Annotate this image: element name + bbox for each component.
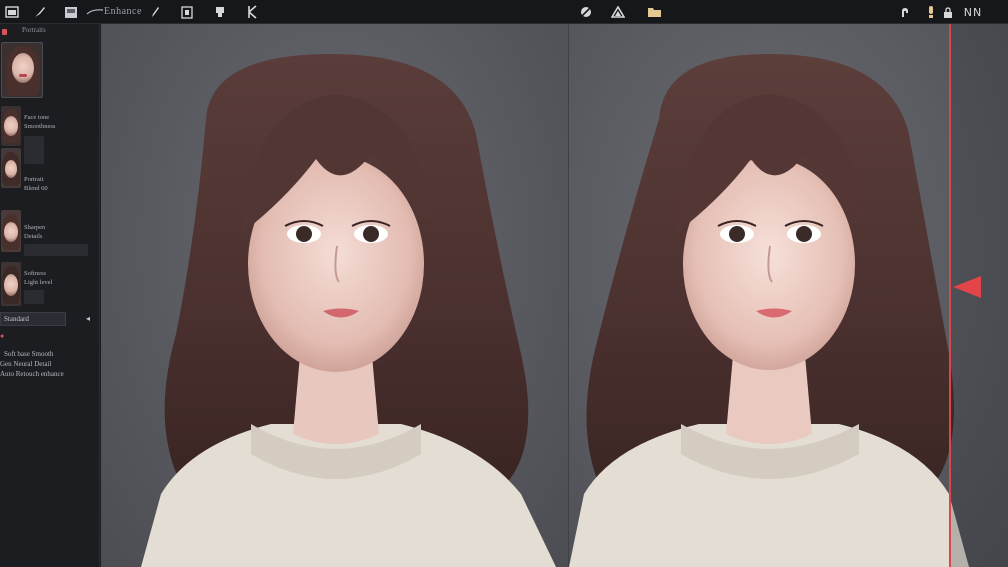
image-icon[interactable]: [63, 3, 79, 21]
divider-handle-icon[interactable]: [953, 276, 981, 298]
portrait-after: [569, 54, 969, 567]
swatch: [24, 136, 44, 164]
chevron-down-icon[interactable]: ◂: [86, 314, 90, 323]
note-line: Gen Neural Detail: [0, 360, 52, 368]
top-toolbar: Enhance NN: [0, 0, 1008, 24]
record-icon: [2, 29, 7, 35]
folder-icon[interactable]: [646, 3, 662, 21]
preset-thumbnail[interactable]: [1, 148, 21, 188]
panel-header: Portraits: [0, 26, 99, 38]
preset-thumbnail[interactable]: [1, 106, 21, 146]
after-canvas[interactable]: [568, 24, 1008, 567]
brush-icon[interactable]: [32, 3, 48, 21]
note-line: Auto Retouch enhance: [0, 370, 64, 378]
stamp-icon[interactable]: [212, 3, 228, 21]
preset-thumbnail[interactable]: [1, 262, 21, 306]
preset-label: Portrait: [24, 176, 44, 183]
status-dot: ●: [0, 332, 5, 340]
mode-select[interactable]: Standard: [0, 312, 66, 326]
triangle-icon[interactable]: [610, 3, 626, 21]
compare-divider[interactable]: [949, 24, 951, 567]
preset-sublabel: Details: [24, 233, 43, 240]
preset-label: Sharpen: [24, 224, 46, 231]
toolbar-label: Enhance: [104, 6, 142, 17]
swatch: [24, 244, 88, 256]
info-icon[interactable]: [924, 3, 938, 21]
panel-title: Portraits: [22, 26, 46, 34]
pen-icon[interactable]: [148, 3, 162, 21]
note-line: Soft base Smooth: [4, 350, 54, 358]
wand-icon[interactable]: [578, 3, 594, 21]
before-canvas[interactable]: [101, 24, 568, 567]
lock-icon[interactable]: [940, 3, 956, 21]
stroke-icon[interactable]: [86, 3, 104, 21]
compare-icon[interactable]: NN: [962, 3, 984, 21]
crop-icon[interactable]: [244, 3, 260, 21]
preset-thumbnail[interactable]: [1, 210, 21, 252]
preset-sublabel: Smoothness: [24, 123, 56, 130]
portrait-before: [141, 54, 556, 567]
left-panel: Portraits Face tone Smoothness Portrait …: [0, 24, 100, 567]
preset-label: Softness: [24, 270, 47, 277]
layers-icon[interactable]: [180, 3, 194, 21]
current-photo-thumbnail[interactable]: [1, 42, 43, 98]
hand-icon[interactable]: [897, 3, 913, 21]
preset-sublabel: Light level: [24, 279, 53, 286]
preset-sublabel: Blend 60: [24, 185, 48, 192]
window-icon[interactable]: [4, 3, 20, 21]
swatch: [24, 290, 44, 304]
preset-label: Face tone: [24, 114, 50, 121]
